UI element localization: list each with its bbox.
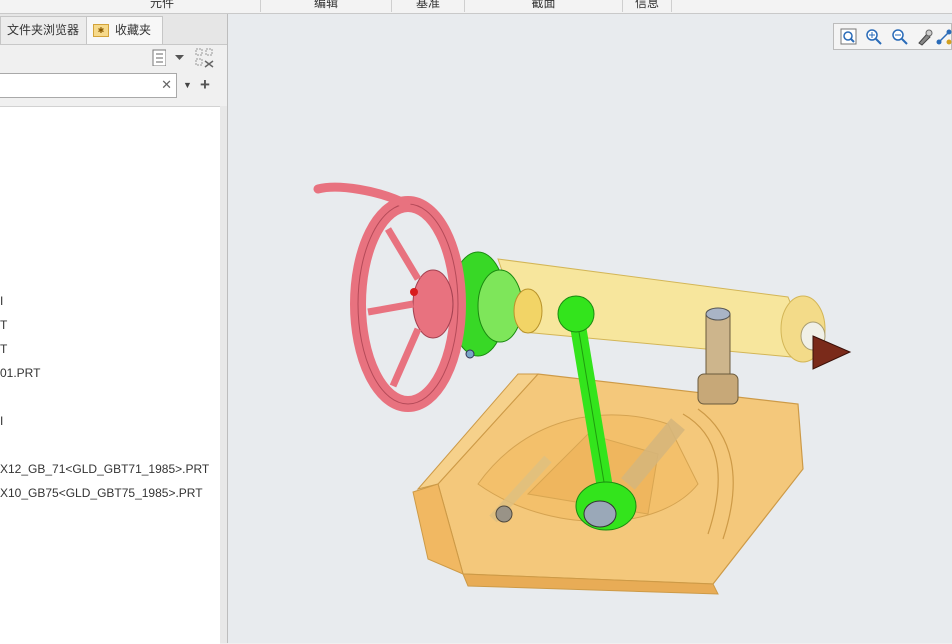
add-search-icon[interactable]: + [200,75,210,95]
barrel-cylinder[interactable] [497,258,826,363]
ribbon-group-edit[interactable]: 编辑 [261,0,392,12]
ribbon-group-labels: 元件 编辑 基准 截面 信息 [0,0,952,14]
search-options-dropdown-icon[interactable]: ▼ [183,80,192,90]
graphics-viewport[interactable] [228,14,952,643]
zoom-window-icon[interactable] [840,28,858,46]
tree-item[interactable]: T [0,341,7,357]
orient-icon[interactable] [935,28,952,46]
tree-item[interactable]: T [0,317,7,333]
tree-filters-icon[interactable] [194,47,216,69]
repaint-icon[interactable] [916,28,934,46]
spindle-cone[interactable] [812,335,852,370]
tree-item[interactable]: 01.PRT [0,365,40,381]
show-tree-icon[interactable] [152,49,166,66]
search-input[interactable]: ✕ [0,73,177,98]
tab-folder-browser[interactable]: 文件夹浏览器 [0,16,88,44]
tree-scrollbar[interactable] [220,106,227,643]
zoom-out-icon[interactable] [891,28,909,46]
view-toolbar [833,23,952,50]
ribbon-group-component[interactable]: 元件 [64,0,261,12]
model-tree: I T T 01.PRT I X12_GB_71<GLD_GBT71_1985>… [0,106,220,644]
ribbon-group-section[interactable]: 截面 [465,0,623,12]
ribbon-group-info[interactable]: 信息 [623,0,672,12]
clear-icon[interactable]: ✕ [161,77,172,93]
tab-favorites[interactable]: ✱ 收藏夹 [86,16,163,44]
handwheel[interactable] [313,182,466,412]
tree-item[interactable]: I [0,293,3,309]
favorites-icon: ✱ [93,24,109,38]
tree-toolbar [0,45,227,73]
tree-item[interactable]: I [0,413,3,429]
tree-item[interactable]: X10_GB75<GLD_GBT75_1985>.PRT [0,485,203,501]
tree-item[interactable]: X12_GB_71<GLD_GBT71_1985>.PRT [0,461,209,477]
ribbon-group-datum[interactable]: 基准 [392,0,465,12]
navigator-panel: 文件夹浏览器 ✱ 收藏夹 ✕ ▼ + I T T 01.PRT I X12_GB_… [0,14,228,644]
navigator-tabs: 文件夹浏览器 ✱ 收藏夹 [0,14,227,45]
chevron-down-icon[interactable] [175,55,184,61]
assembly-model[interactable] [228,14,952,643]
zoom-in-icon[interactable] [865,28,883,46]
